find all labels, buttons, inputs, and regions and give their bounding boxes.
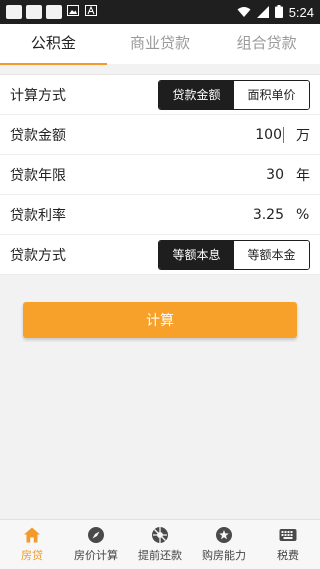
nav-label: 购房能力 — [202, 549, 246, 562]
nav-item-house-price[interactable]: 房价计算 — [64, 520, 128, 569]
star-icon — [216, 527, 232, 543]
wifi-icon — [237, 3, 251, 22]
signal-icon — [256, 3, 269, 22]
compass-icon — [88, 527, 104, 543]
calc-method-option-amount[interactable]: 贷款金额 — [159, 80, 234, 109]
repay-method-row: 贷款方式 等额本息 等额本金 — [0, 235, 320, 275]
loan-rate-row: 贷款利率 3.25 % — [0, 195, 320, 235]
bottom-nav: 房贷 房价计算 提前还款 购房能力 税费 — [0, 519, 320, 569]
status-bar: 5:24 — [0, 0, 320, 24]
nav-item-buying-power[interactable]: 购房能力 — [192, 520, 256, 569]
nav-item-taxes[interactable]: 税费 — [256, 520, 320, 569]
notification-icons — [6, 5, 98, 19]
repay-method-option-equal-installment[interactable]: 等额本息 — [159, 240, 234, 269]
loan-years-label: 贷款年限 — [10, 167, 66, 184]
repay-method-label: 贷款方式 — [10, 247, 66, 264]
loan-type-tabs: 公积金 商业贷款 组合贷款 — [0, 24, 320, 65]
font-icon — [84, 5, 98, 19]
tab-provident-fund[interactable]: 公积金 — [0, 24, 107, 65]
loan-years-input[interactable]: 30 — [266, 167, 284, 183]
nav-label: 房贷 — [21, 549, 43, 562]
loan-amount-label: 贷款金额 — [10, 127, 66, 144]
nav-item-mortgage[interactable]: 房贷 — [0, 520, 64, 569]
tab-commercial-loan[interactable]: 商业贷款 — [107, 24, 214, 64]
loan-rate-label: 贷款利率 — [10, 207, 66, 224]
loan-amount-input[interactable]: 100 — [255, 126, 284, 143]
text-cursor — [283, 126, 284, 143]
home-icon — [24, 527, 40, 543]
loan-rate-unit: % — [296, 206, 310, 223]
nav-label: 税费 — [277, 549, 299, 562]
calc-method-selector: 贷款金额 面积单价 — [158, 79, 310, 110]
loan-years-row: 贷款年限 30 年 — [0, 155, 320, 195]
nav-item-prepayment[interactable]: 提前还款 — [128, 520, 192, 569]
loan-years-unit: 年 — [296, 167, 310, 184]
repay-method-option-equal-principal[interactable]: 等额本金 — [234, 240, 309, 269]
loan-amount-row: 贷款金额 100 万 — [0, 115, 320, 155]
nav-label: 提前还款 — [138, 549, 182, 562]
clock: 5:24 — [288, 4, 314, 20]
repay-method-selector: 等额本息 等额本金 — [158, 239, 310, 270]
battery-icon — [274, 3, 283, 22]
loan-rate-input[interactable]: 3.25 — [253, 207, 284, 223]
tab-combined-loan[interactable]: 组合贷款 — [213, 24, 320, 64]
notification-icon — [6, 5, 22, 19]
loan-form: 计算方式 贷款金额 面积单价 贷款金额 100 万 贷款年限 30 年 贷款利率… — [0, 74, 320, 275]
notification-icon — [46, 5, 62, 19]
image-icon — [66, 5, 80, 19]
keyboard-icon — [279, 529, 297, 541]
calculate-button[interactable]: 计算 — [23, 302, 297, 338]
loan-amount-unit: 万 — [296, 127, 310, 144]
calc-method-row: 计算方式 贷款金额 面积单价 — [0, 75, 320, 115]
notification-icon — [26, 5, 42, 19]
nav-label: 房价计算 — [74, 549, 118, 562]
aperture-icon — [152, 527, 168, 543]
calc-method-option-area-price[interactable]: 面积单价 — [234, 80, 309, 109]
calc-method-label: 计算方式 — [10, 87, 66, 104]
